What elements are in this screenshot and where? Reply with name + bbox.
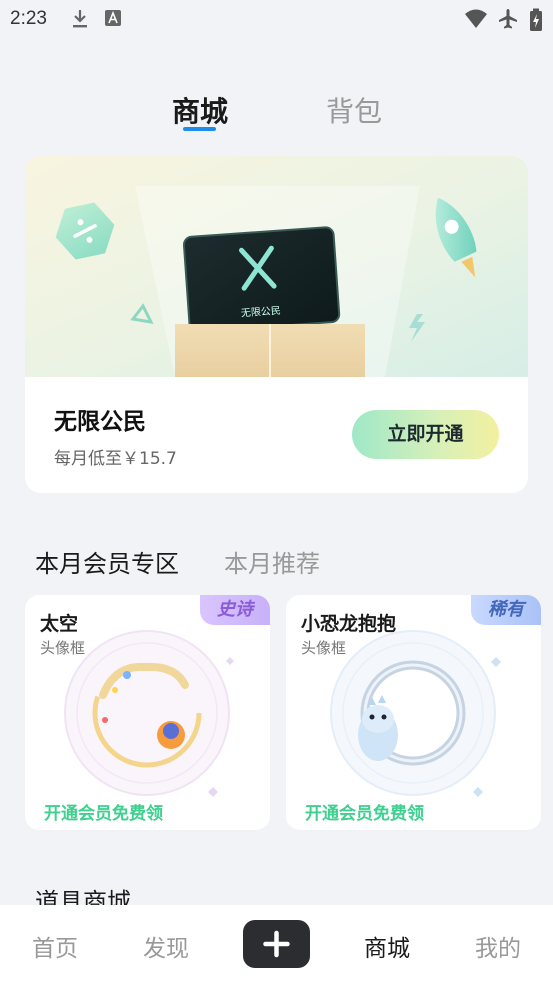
- item-name: 太空: [40, 613, 79, 635]
- plus-icon: [263, 930, 290, 958]
- tab-store[interactable]: 商城: [172, 90, 228, 130]
- item-card-space-frame[interactable]: 史诗 太空 头像框 开通会员免费领: [25, 595, 270, 830]
- status-time: 2:23: [10, 8, 47, 29]
- bottom-nav: 首页 发现 商城 我的: [0, 905, 553, 983]
- rarity-badge-epic: 史诗: [200, 595, 270, 625]
- vip-title: 无限公民: [54, 409, 146, 435]
- wifi-icon: [465, 9, 487, 28]
- airplane-mode-icon: [499, 9, 517, 29]
- tab-backpack[interactable]: 背包: [326, 90, 382, 130]
- tab-monthly-vip-zone[interactable]: 本月会员专区: [35, 544, 179, 579]
- item-free-claim-link[interactable]: 开通会员免费领: [305, 799, 424, 824]
- vip-price: 每月低至￥15.7: [54, 449, 177, 469]
- download-icon: [73, 10, 87, 28]
- tab-monthly-recommend[interactable]: 本月推荐: [224, 544, 320, 579]
- vip-banner-illustration: 无限公民: [25, 156, 528, 377]
- item-name: 小恐龙抱抱: [301, 613, 397, 635]
- vip-membership-card[interactable]: 无限公民 无限公民 每月低至￥15.7 立即开通: [25, 156, 528, 493]
- item-card-dino-hug-frame[interactable]: 稀有 小恐龙抱抱 头像框 开通会员免费领: [286, 595, 541, 830]
- item-type: 头像框: [40, 639, 86, 657]
- item-type: 头像框: [301, 639, 347, 657]
- nav-store[interactable]: 商城: [352, 929, 422, 963]
- nav-profile[interactable]: 我的: [463, 929, 533, 963]
- battery-charging-icon: [530, 8, 542, 31]
- status-bar: 2:23: [0, 0, 553, 38]
- create-post-button[interactable]: [243, 920, 310, 968]
- open-membership-button[interactable]: 立即开通: [352, 410, 499, 459]
- item-free-claim-link[interactable]: 开通会员免费领: [44, 799, 163, 824]
- rarity-badge-rare: 稀有: [471, 595, 541, 625]
- active-tab-indicator: [183, 127, 216, 131]
- nav-home[interactable]: 首页: [20, 929, 90, 963]
- notification-app-icon: [105, 10, 121, 26]
- nav-discover[interactable]: 发现: [131, 929, 201, 963]
